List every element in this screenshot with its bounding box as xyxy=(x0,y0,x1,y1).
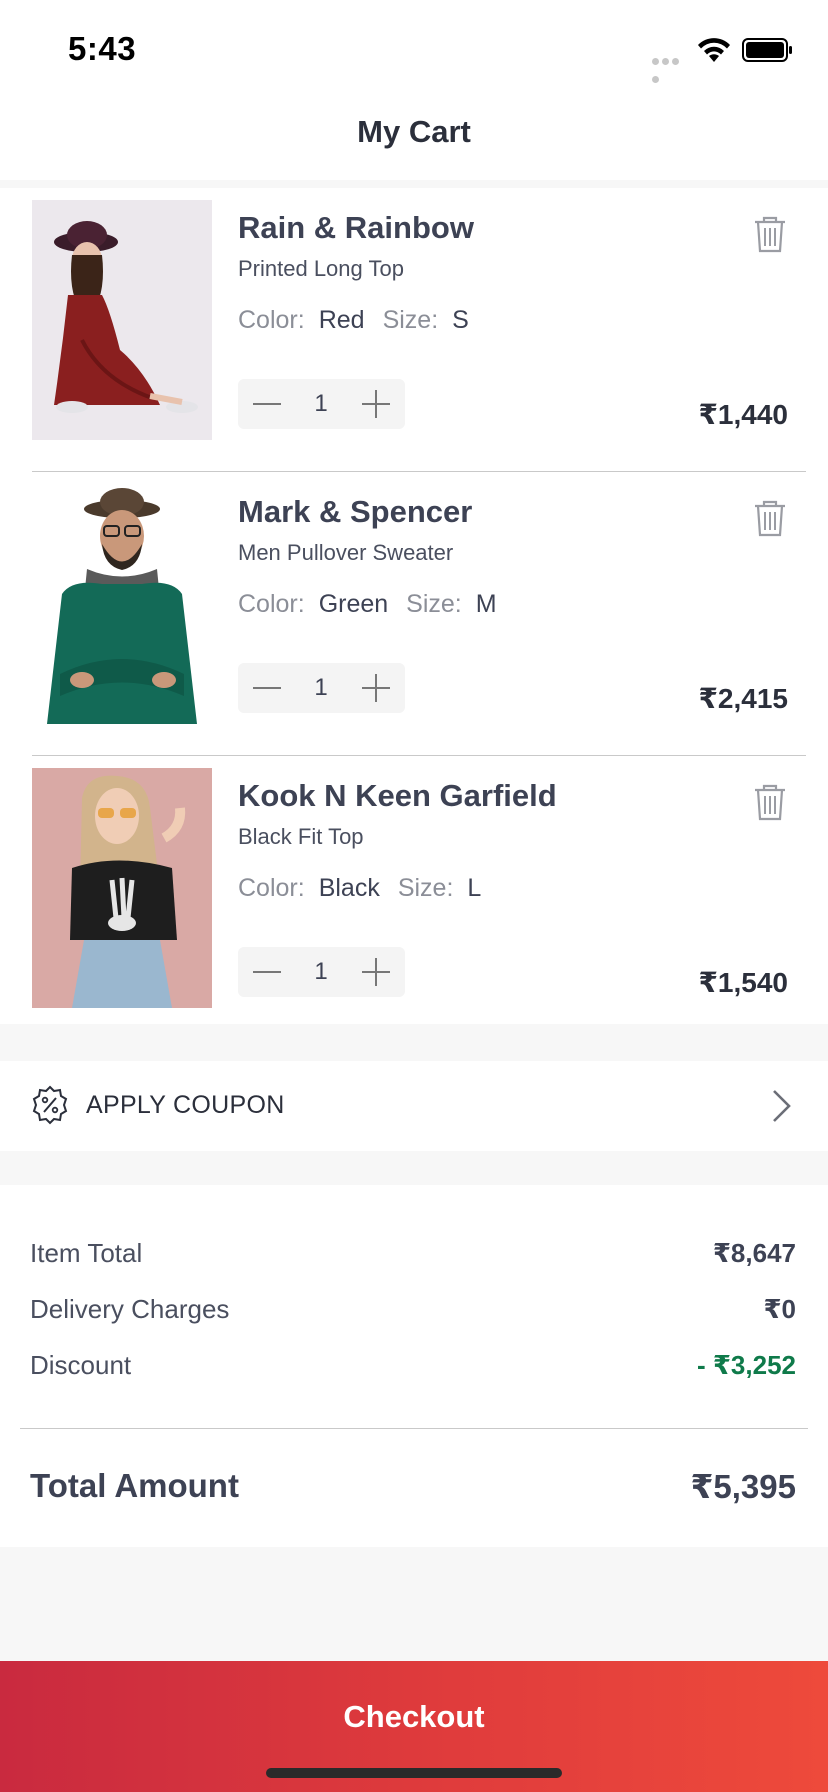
decrease-quantity-button[interactable] xyxy=(250,379,284,429)
product-name: Printed Long Top xyxy=(238,256,404,281)
product-brand: Kook N Keen Garfield xyxy=(238,778,557,813)
size-value: L xyxy=(467,874,482,902)
status-bar: 5:43 xyxy=(0,0,828,96)
product-image[interactable] xyxy=(32,484,212,724)
delete-icon[interactable] xyxy=(752,214,788,254)
size-value: S xyxy=(452,306,469,334)
item-price: ₹1,440 xyxy=(698,399,788,430)
delete-icon[interactable] xyxy=(752,498,788,538)
cart-item: Mark & Spencer Men Pullover Sweater Colo… xyxy=(0,472,828,756)
color-label: Color: xyxy=(238,590,305,618)
color-label: Color: xyxy=(238,306,305,334)
color-label: Color: xyxy=(238,874,305,902)
quantity-stepper: 1 xyxy=(238,379,405,429)
item-price: ₹2,415 xyxy=(698,683,788,714)
home-indicator xyxy=(266,1768,562,1778)
order-summary: Item Total ₹8,647 Delivery Charges ₹0 Di… xyxy=(0,1185,828,1547)
product-brand: Mark & Spencer xyxy=(238,494,473,529)
cellular-signal-icon xyxy=(652,52,690,83)
apply-coupon-button[interactable]: APPLY COUPON xyxy=(0,1061,828,1151)
color-value: Green xyxy=(318,590,389,618)
apply-coupon-label: APPLY COUPON xyxy=(86,1091,285,1119)
delivery-charges-label: Delivery Charges xyxy=(30,1294,230,1324)
decrease-quantity-button[interactable] xyxy=(250,947,284,997)
quantity-stepper: 1 xyxy=(238,947,405,997)
product-name: Black Fit Top xyxy=(238,824,364,849)
delivery-charges-value: ₹0 xyxy=(763,1294,796,1324)
quantity-value: 1 xyxy=(314,674,328,701)
color-value: Black xyxy=(318,874,380,902)
product-name: Men Pullover Sweater xyxy=(238,540,454,565)
cart-list: Rain & Rainbow Printed Long Top Color: Re… xyxy=(0,188,828,1024)
color-value: Red xyxy=(318,306,365,334)
item-total-label: Item Total xyxy=(30,1238,143,1268)
product-attributes: Color: Green Size: M xyxy=(238,590,515,619)
decrease-quantity-button[interactable] xyxy=(250,663,284,713)
status-time: 5:43 xyxy=(68,30,137,67)
discount-label: Discount xyxy=(30,1350,132,1380)
total-amount-value: ₹5,395 xyxy=(690,1468,796,1505)
coupon-icon xyxy=(32,1085,68,1125)
chevron-right-icon xyxy=(773,1090,791,1122)
discount-value: - ₹3,252 xyxy=(696,1350,796,1380)
size-label: Size: xyxy=(382,306,439,334)
page-title: My Cart xyxy=(357,114,471,149)
cart-screen: 5:43 My Cart Rain & Rainbow Printed Long… xyxy=(0,0,828,1792)
delete-icon[interactable] xyxy=(752,782,788,822)
quantity-value: 1 xyxy=(314,390,328,417)
product-brand: Rain & Rainbow xyxy=(238,210,474,245)
item-total-value: ₹8,647 xyxy=(712,1238,796,1268)
size-value: M xyxy=(475,590,497,618)
increase-quantity-button[interactable] xyxy=(359,663,393,713)
product-attributes: Color: Red Size: S xyxy=(238,306,487,335)
total-amount-label: Total Amount xyxy=(30,1467,239,1504)
item-price: ₹1,540 xyxy=(698,967,788,998)
checkout-label: Checkout xyxy=(343,1699,485,1734)
size-label: Size: xyxy=(397,874,454,902)
product-attributes: Color: Black Size: L xyxy=(238,874,499,903)
battery-icon xyxy=(742,38,792,62)
product-image[interactable] xyxy=(32,768,212,1008)
quantity-value: 1 xyxy=(314,958,328,985)
cart-item: Rain & Rainbow Printed Long Top Color: Re… xyxy=(0,188,828,472)
quantity-stepper: 1 xyxy=(238,663,405,713)
increase-quantity-button[interactable] xyxy=(359,947,393,997)
increase-quantity-button[interactable] xyxy=(359,379,393,429)
cart-item: Kook N Keen Garfield Black Fit Top Color… xyxy=(0,756,828,1040)
summary-divider xyxy=(20,1428,808,1429)
header: My Cart xyxy=(0,96,828,180)
wifi-icon xyxy=(698,38,730,62)
size-label: Size: xyxy=(406,590,462,618)
product-image[interactable] xyxy=(32,200,212,440)
